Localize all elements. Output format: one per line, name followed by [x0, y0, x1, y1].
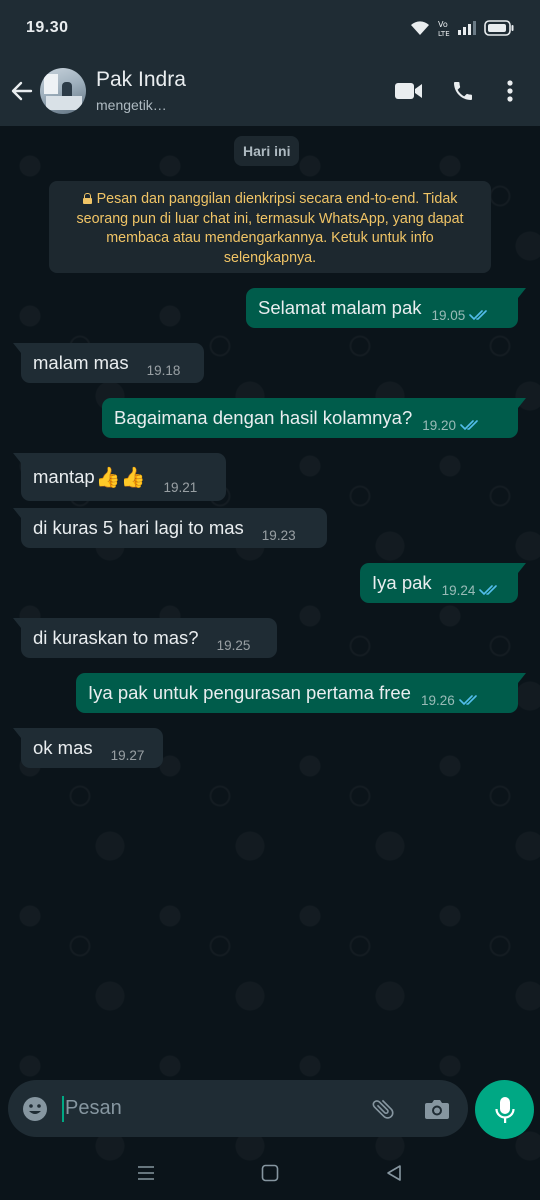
encryption-notice-text: Pesan dan panggilan dienkripsi secara en…: [76, 191, 464, 266]
message-incoming[interactable]: di kuras 5 hari lagi to mas 19.23: [13, 508, 327, 548]
back-triangle-icon: [387, 1165, 401, 1181]
contact-status: mengetik…: [96, 97, 167, 113]
read-ticks-icon: [479, 585, 498, 596]
contact-name: Pak Indra: [96, 68, 186, 91]
message-text: ok mas: [33, 737, 93, 758]
message-composer: [8, 1080, 468, 1137]
camera-button[interactable]: [410, 1080, 464, 1137]
attach-icon: [372, 1099, 394, 1119]
status-time: 19.30: [26, 19, 69, 36]
back-arrow-icon: [11, 81, 33, 101]
voice-call-button[interactable]: [436, 66, 490, 116]
camera-icon: [425, 1099, 449, 1119]
system-nav-bar: [0, 1146, 540, 1200]
message-text: Iya pak untuk pengurasan pertama free: [88, 682, 411, 703]
message-outgoing[interactable]: Iya pak untuk pengurasan pertama free 19…: [76, 673, 526, 713]
message-text: di kuras 5 hari lagi to mas: [33, 517, 244, 538]
message-time: 19.20: [422, 417, 457, 433]
voice-message-button[interactable]: [475, 1080, 534, 1139]
message-incoming[interactable]: di kuraskan to mas? 19.25: [13, 618, 277, 658]
more-options-icon: [507, 80, 513, 102]
mic-icon: [494, 1096, 515, 1123]
wifi-icon: [411, 21, 429, 35]
recents-icon: [138, 1166, 154, 1180]
message-text: mantap: [33, 466, 95, 487]
video-call-icon: [395, 83, 422, 99]
message-time: 19.24: [441, 582, 476, 598]
status-bar: 19.30 Vo LTE: [0, 0, 540, 56]
message-text: malam mas: [33, 352, 129, 373]
attach-button[interactable]: [356, 1080, 410, 1137]
home-icon: [261, 1164, 279, 1182]
message-incoming[interactable]: malam mas 19.18: [13, 343, 204, 383]
message-time: 19.26: [420, 692, 455, 708]
read-ticks-icon: [460, 420, 478, 431]
encryption-notice[interactable]: Pesan dan panggilan dienkripsi secara en…: [49, 181, 491, 273]
message-time: 19.27: [110, 747, 145, 763]
message-text: Bagaimana dengan hasil kolamnya?: [114, 407, 413, 428]
message-outgoing[interactable]: Iya pak 19.24: [360, 563, 526, 603]
message-incoming[interactable]: mantap 👍👍 19.21: [13, 453, 226, 501]
message-outgoing[interactable]: Selamat malam pak 19.05: [246, 288, 526, 328]
read-ticks-icon: [469, 310, 488, 321]
nav-back-button[interactable]: [332, 1153, 456, 1193]
signal-icon: [458, 21, 476, 35]
message-outgoing[interactable]: Bagaimana dengan hasil kolamnya? 19.20: [102, 398, 526, 438]
home-button[interactable]: [208, 1153, 332, 1193]
status-icons: Vo LTE: [410, 19, 514, 37]
avatar[interactable]: [40, 68, 86, 114]
volte-icon: Vo LTE: [438, 20, 450, 37]
message-time: 19.21: [163, 479, 198, 495]
recents-button[interactable]: [84, 1153, 208, 1193]
emoji-icon: [23, 1096, 47, 1121]
back-button[interactable]: [4, 66, 40, 116]
header-actions: [382, 66, 540, 116]
message-text: di kuraskan to mas?: [33, 627, 199, 648]
chat-header: Pak Indra mengetik…: [0, 56, 540, 126]
thumbs-up-emoji: 👍👍: [95, 466, 146, 489]
chat-area[interactable]: Hari ini Pesan dan panggilan dienkripsi …: [0, 126, 540, 1200]
message-time: 19.18: [146, 362, 181, 378]
message-text: Iya pak: [372, 572, 432, 593]
svg-text:LTE: LTE: [438, 30, 450, 37]
date-chip: Hari ini: [234, 136, 300, 166]
message-time: 19.25: [216, 637, 251, 653]
lock-icon: [82, 193, 92, 204]
emoji-button[interactable]: [10, 1080, 60, 1137]
video-call-button[interactable]: [382, 66, 436, 116]
message-time: 19.05: [431, 307, 466, 323]
more-options-button[interactable]: [490, 66, 530, 116]
message-incoming[interactable]: ok mas 19.27: [13, 728, 163, 768]
message-input[interactable]: [64, 1088, 356, 1129]
read-ticks-icon: [458, 695, 477, 706]
contact-info[interactable]: Pak Indra mengetik…: [96, 67, 382, 115]
message-text: Selamat malam pak: [258, 297, 422, 318]
message-time: 19.23: [261, 527, 296, 543]
voice-call-icon: [454, 82, 472, 100]
battery-icon: [484, 20, 514, 36]
svg-text:Vo: Vo: [438, 20, 448, 29]
